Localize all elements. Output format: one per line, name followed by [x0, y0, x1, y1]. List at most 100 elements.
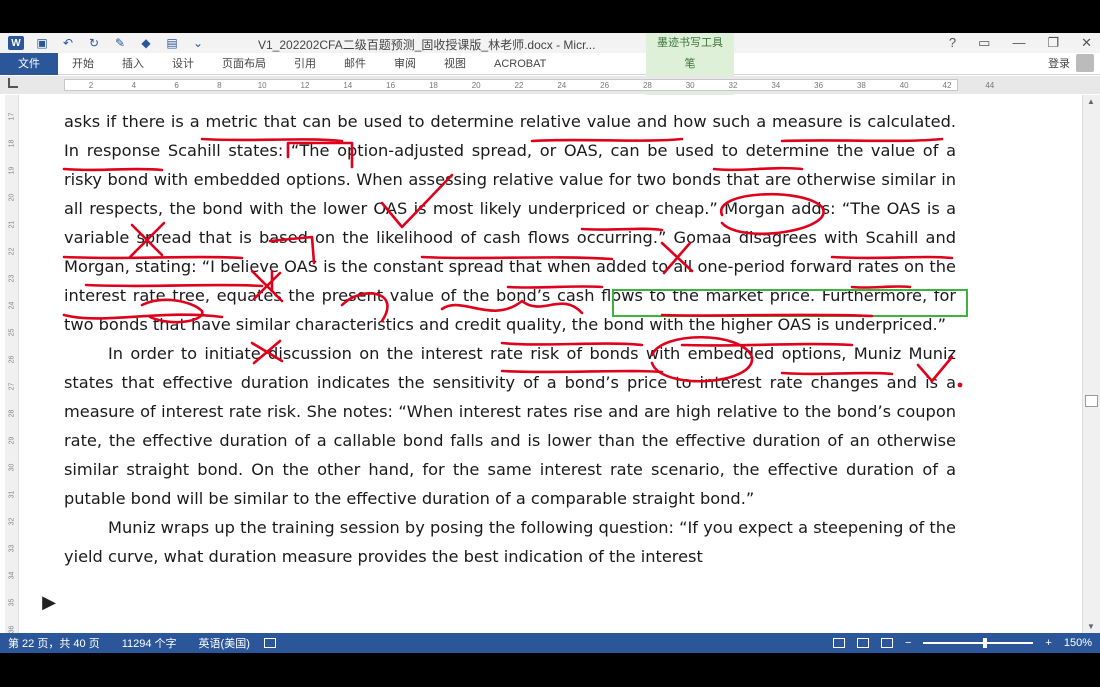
title-bar: W ▣ ↶ ↻ ✎ ◆ ▤ ⌄ V1_202202CFA二级百题预测_固收授课版… [0, 33, 1100, 53]
vruler-tick: 22 [8, 247, 16, 256]
status-bar: 第 22 页，共 40 页 11294 个字 英语(美国) − + 150% [0, 633, 1100, 653]
ruler-tick: 42 [942, 81, 952, 90]
macro-record-icon[interactable] [263, 638, 276, 648]
vruler-tick: 33 [8, 544, 16, 553]
layout-icon[interactable]: ▤ [164, 36, 180, 50]
ribbon-tabs: 文件 开始 插入 设计 页面布局 引用 邮件 审阅 视图 ACROBAT 笔 [0, 52, 1100, 591]
video-frame: W ▣ ↶ ↻ ✎ ◆ ▤ ⌄ V1_202202CFA二级百题预测_固收授课版… [0, 0, 1100, 687]
ruler-tick: 2 [88, 81, 94, 90]
help-button[interactable]: ? [949, 33, 956, 53]
eraser-icon[interactable]: ◆ [138, 36, 154, 50]
document-body[interactable]: asks if there is a metric that can be us… [64, 107, 956, 571]
ruler-tick: 20 [471, 81, 481, 90]
word-count[interactable]: 11294 个字 [114, 635, 191, 651]
ruler-tick: 18 [428, 81, 438, 90]
ruler-tick: 36 [814, 81, 824, 90]
ruler-area: 2 4 6 8 10 12 14 16 18 20 22 24 26 28 30 32 34 36 38 40 42 44 [0, 76, 1100, 94]
ruler-tick: 6 [174, 81, 179, 90]
zoom-slider-knob[interactable] [983, 638, 988, 648]
tab-file[interactable]: 文件 [0, 52, 58, 75]
tab-references[interactable]: 引用 [280, 53, 330, 75]
document-page[interactable]: asks if there is a metric that can be us… [22, 95, 1082, 633]
vruler-tick: 21 [8, 220, 16, 229]
vruler-tick: 29 [8, 436, 16, 445]
vruler-tick: 23 [8, 274, 16, 283]
vertical-scrollbar[interactable]: ▲ ▼ [1082, 95, 1100, 633]
tab-page-layout[interactable]: 页面布局 [208, 53, 280, 75]
vruler-tick: 20 [8, 193, 16, 202]
vruler-tick: 34 [8, 571, 16, 580]
save-icon[interactable]: ▣ [34, 36, 50, 50]
vruler-tick: 26 [8, 355, 16, 364]
selection-highlight-box [612, 289, 968, 317]
ruler-tick: 16 [386, 81, 396, 90]
tab-mailings[interactable]: 邮件 [330, 53, 380, 75]
paragraph-duration: In order to initiate discussion on the i… [64, 344, 956, 508]
vruler-tick: 32 [8, 517, 16, 526]
vruler-tick: 27 [8, 382, 16, 391]
zoom-in-button[interactable]: + [1045, 637, 1051, 649]
web-layout-icon[interactable] [880, 638, 893, 648]
scroll-thumb[interactable] [1085, 395, 1098, 407]
ruler-tick: 30 [685, 81, 695, 90]
language-indicator[interactable]: 英语(美国) [191, 635, 264, 651]
customize-icon[interactable]: ⌄ [190, 36, 206, 50]
word-window: W ▣ ↶ ↻ ✎ ◆ ▤ ⌄ V1_202202CFA二级百题预测_固收授课版… [0, 33, 1100, 653]
quick-access-toolbar: W ▣ ↶ ↻ ✎ ◆ ▤ ⌄ [0, 36, 206, 50]
ribbon-display-icon[interactable]: ▭ [978, 33, 990, 53]
print-layout-icon[interactable] [856, 638, 869, 648]
ink-tools-contextual-label: 墨迹书写工具 [646, 33, 734, 53]
login-link[interactable]: 登录 [1048, 53, 1070, 75]
tab-design[interactable]: 设计 [158, 53, 208, 75]
vruler-tick: 30 [8, 463, 16, 472]
vruler-tick: 24 [8, 301, 16, 310]
vruler-tick: 19 [8, 166, 16, 175]
ruler-tick: 38 [856, 81, 866, 90]
tab-acrobat[interactable]: ACROBAT [480, 53, 560, 75]
ruler-tick: 4 [131, 81, 137, 90]
ruler-tick: 40 [899, 81, 909, 90]
ruler-tick: 12 [300, 81, 310, 90]
ruler-tick: 8 [217, 81, 222, 90]
vruler-tick: 31 [8, 490, 16, 499]
redo-icon[interactable]: ↻ [86, 36, 102, 50]
minimize-button[interactable]: — [1012, 33, 1025, 53]
pen-icon[interactable]: ✎ [112, 36, 128, 50]
word-logo-icon: W [8, 36, 24, 50]
vruler-tick: 18 [8, 139, 16, 148]
zoom-slider[interactable] [923, 638, 1034, 648]
vruler-tick: 28 [8, 409, 16, 418]
scroll-down-icon[interactable]: ▼ [1087, 622, 1095, 631]
read-mode-icon[interactable] [832, 638, 845, 648]
ruler-tick: 28 [642, 81, 652, 90]
restore-button[interactable]: ❐ [1047, 33, 1059, 53]
ruler-tick: 10 [257, 81, 267, 90]
zoom-level[interactable]: 150% [1064, 637, 1092, 649]
ink-dot [957, 382, 963, 388]
tab-insert[interactable]: 插入 [108, 53, 158, 75]
ruler-tick: 34 [771, 81, 781, 90]
scroll-up-icon[interactable]: ▲ [1087, 97, 1095, 106]
vruler-tick: 25 [8, 328, 16, 337]
horizontal-ruler[interactable]: 2 4 6 8 10 12 14 16 18 20 22 24 26 28 30 32 34 36 38 40 42 44 [64, 79, 994, 91]
ruler-tick: 26 [600, 81, 610, 90]
view-and-zoom-controls: − + 150% [832, 633, 1092, 653]
tab-review[interactable]: 审阅 [380, 53, 430, 75]
ruler-tick: 32 [728, 81, 738, 90]
ruler-tick: 22 [514, 81, 524, 90]
tab-stop-selector[interactable] [8, 78, 18, 88]
ruler-tick: 44 [985, 81, 995, 90]
vertical-ruler: 17 18 19 20 21 22 23 24 25 26 27 28 29 30 31 32 33 34 35 36 [5, 95, 19, 633]
avatar[interactable] [1076, 54, 1094, 72]
window-controls: ? ▭ — ❐ ✕ [949, 33, 1092, 53]
page-count[interactable]: 第 22 页，共 40 页 [0, 635, 114, 651]
ruler-tick: 24 [557, 81, 567, 90]
vruler-tick: 17 [8, 112, 16, 121]
document-title: V1_202202CFA二级百题预测_固收授课版_林老师.docx - Micr… [258, 38, 596, 52]
tab-view[interactable]: 视图 [430, 53, 480, 75]
undo-icon[interactable]: ↶ [60, 36, 76, 50]
close-button[interactable]: ✕ [1081, 33, 1092, 53]
play-icon[interactable]: ▶ [27, 580, 71, 624]
zoom-out-button[interactable]: − [905, 637, 911, 649]
tab-home[interactable]: 开始 [58, 53, 108, 75]
